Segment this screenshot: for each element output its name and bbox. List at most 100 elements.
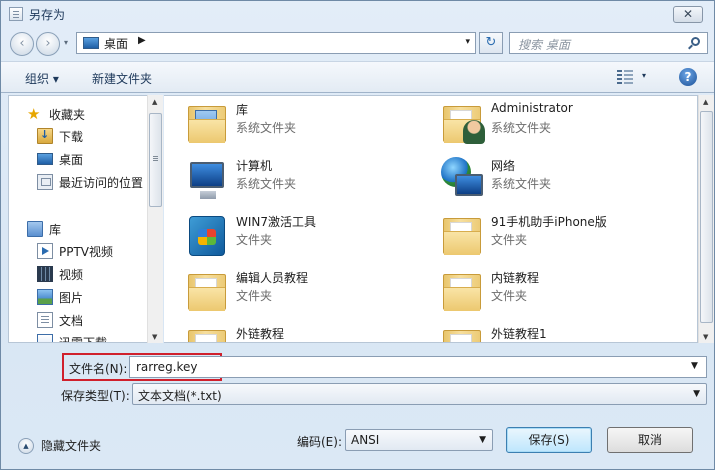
organize-menu[interactable]: 组织 ▾ [25,70,59,87]
save-as-dialog: 另存为 ✕ ‹ › ▾ 桌面 ▶ ▾ ↻ 搜索 桌面 组织 ▾ 新建文件夹 ▾ … [0,0,715,470]
hide-folders-label: 隐藏文件夹 [41,439,102,453]
desktop-icon [83,37,99,49]
dialog-title: 另存为 [29,8,66,22]
folder-icon [184,268,230,314]
file-type: 系统文件夹 [236,121,297,135]
navigation-pane: ★ 收藏夹 下载 桌面 最近访问的位置 库 PPTV视频 视频 [8,95,163,343]
activation-tool-icon [184,212,230,258]
close-button[interactable]: ✕ [673,6,703,23]
scroll-down-arrow-icon[interactable]: ▼ [152,333,157,341]
network-icon [439,156,485,202]
save-button[interactable]: 保存(S) [506,427,592,453]
sidebar-item-library[interactable]: 库 [27,219,61,239]
sidebar-item-recent-places[interactable]: 最近访问的位置 [37,172,143,192]
documents-icon [37,312,53,328]
file-name: 内链教程 [491,271,540,285]
address-dropdown[interactable]: ▾ [465,37,470,47]
file-name: WIN7激活工具 [236,215,317,229]
user-folder-icon [439,100,485,146]
forward-button[interactable]: › [36,32,60,56]
file-name: 外链教程1 [491,327,547,341]
star-icon: ★ [27,105,41,123]
help-icon[interactable]: ? [679,68,697,86]
sidebar-item-downloads[interactable]: 下载 [37,126,83,146]
file-item-network[interactable]: 网络 系统文件夹 [439,156,689,204]
sidebar-item-xunlei[interactable]: 迅雷下载 [37,332,107,342]
file-type: 文件夹 [236,233,273,247]
file-item-administrator[interactable]: Administrator 系统文件夹 [439,100,689,148]
file-item-external-link-tutorial[interactable]: 外链教程 [184,324,434,342]
file-name: 外链教程 [236,327,285,341]
sidebar-item-label: 视频 [59,267,84,282]
address-bar[interactable]: 桌面 ▶ ▾ [76,32,476,54]
sidebar-item-pptv[interactable]: PPTV视频 [37,241,113,261]
sidebar-item-label: 最近访问的位置 [59,175,144,190]
folder-icon [439,268,485,314]
notepad-icon [9,7,23,21]
file-name: 91手机助手iPhone版 [491,215,607,229]
sidebar-item-documents[interactable]: 文档 [37,310,83,330]
encoding-label: 编码(E): [297,435,342,449]
address-location[interactable]: 桌面 [104,35,128,52]
encoding-value: ANSI [351,433,380,447]
sidebar-item-favorites[interactable]: ★ 收藏夹 [27,104,85,124]
sidebar-item-desktop[interactable]: 桌面 [37,149,83,169]
recent-pages-dropdown[interactable]: ▾ [64,38,68,47]
sidebar-item-label: 库 [49,222,62,237]
hide-folders-toggle[interactable]: ▲ 隐藏文件夹 [18,437,101,454]
library-icon [27,221,43,237]
scroll-up-arrow-icon[interactable]: ▲ [703,98,708,106]
file-type: 文件夹 [236,289,273,303]
file-item-library[interactable]: 库 系统文件夹 [184,100,434,148]
recent-places-icon [37,174,53,190]
chevron-down-icon: ▼ [479,435,486,445]
sidebar-item-videos[interactable]: 视频 [37,264,83,284]
new-folder-button[interactable]: 新建文件夹 [92,70,152,87]
file-item-editor-tutorial[interactable]: 编辑人员教程 文件夹 [184,268,434,316]
search-icon[interactable] [691,37,700,46]
scroll-thumb[interactable] [700,111,713,323]
file-item-external-link-tutorial-1[interactable]: 外链教程1 [439,324,689,342]
scroll-thumb[interactable] [149,113,162,207]
file-item-computer[interactable]: 计算机 系统文件夹 [184,156,434,204]
pptv-video-icon [37,243,53,259]
file-list-pane: 库 系统文件夹 Administrator 系统文件夹 计算机 系统文件夹 网络… [164,95,698,343]
scroll-down-arrow-icon[interactable]: ▼ [703,333,708,341]
chevron-up-icon: ▲ [18,437,34,454]
file-type: 系统文件夹 [491,121,552,135]
file-item-91-assistant[interactable]: 91手机助手iPhone版 文件夹 [439,212,689,260]
filename-input[interactable] [129,356,707,378]
view-options-icon[interactable] [617,70,633,84]
command-toolbar: 组织 ▾ 新建文件夹 ▾ ? [1,61,714,93]
filetype-select[interactable]: 文本文档(*.txt) ▼ [132,383,707,405]
search-box[interactable]: 搜索 桌面 [509,32,708,54]
file-item-win7-tool[interactable]: WIN7激活工具 文件夹 [184,212,434,260]
scroll-up-arrow-icon[interactable]: ▲ [152,98,157,106]
breadcrumb-separator[interactable]: ▶ [138,35,146,46]
filename-label: 文件名(N): [69,362,128,376]
refresh-button[interactable]: ↻ [479,32,503,54]
file-name: Administrator [491,101,573,115]
file-type: 文件夹 [491,233,528,247]
sidebar-item-label: 收藏夹 [49,107,86,122]
file-type: 系统文件夹 [236,177,297,191]
back-button[interactable]: ‹ [10,32,34,56]
sidebar-item-label: 图片 [59,290,84,305]
folder-icon [439,212,485,258]
sidebar-item-pictures[interactable]: 图片 [37,287,83,307]
sidebar-item-label: 文档 [59,313,84,328]
desktop-icon [37,153,53,165]
title-bar: 另存为 ✕ [1,1,714,27]
file-list-scrollbar[interactable]: ▲ ▼ [698,95,714,343]
file-type: 系统文件夹 [491,177,552,191]
view-dropdown[interactable]: ▾ [642,71,646,80]
navigation-scrollbar[interactable]: ▲ ▼ [147,95,163,343]
filename-dropdown-arrow-icon[interactable]: ▼ [691,361,698,371]
encoding-select[interactable]: ANSI ▼ [345,429,493,451]
file-item-internal-link-tutorial[interactable]: 内链教程 文件夹 [439,268,689,316]
cancel-button[interactable]: 取消 [607,427,693,453]
sidebar-item-label: PPTV视频 [59,244,114,259]
chevron-down-icon: ▼ [693,389,700,399]
search-placeholder[interactable]: 搜索 桌面 [518,36,570,53]
file-name: 计算机 [236,159,273,173]
